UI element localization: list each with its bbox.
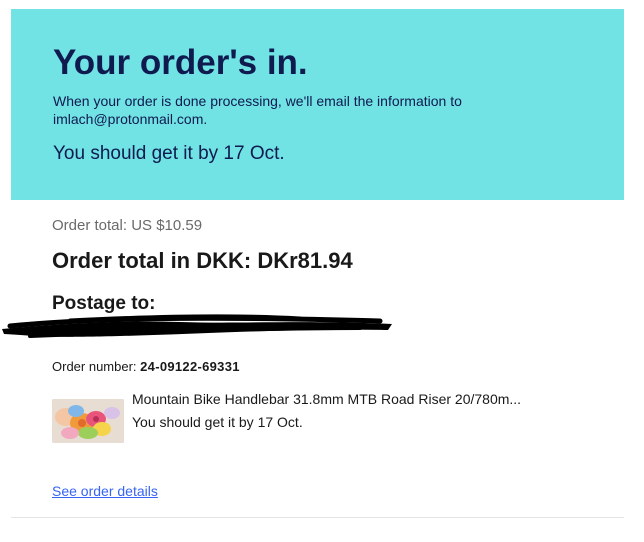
order-confirmation-page: Your order's in. When your order is done… — [0, 0, 644, 542]
banner-delivery-estimate: You should get it by 17 Oct. — [53, 143, 285, 164]
bottom-divider — [11, 517, 624, 518]
order-number: Order number: 24-09122-69331 — [52, 359, 240, 374]
postage-label: Postage to: — [52, 293, 156, 314]
redacted-address-scribble — [2, 314, 392, 338]
item-thumbnail-image[interactable] — [52, 399, 124, 443]
item-thumbnail-graphic — [52, 399, 124, 443]
order-total-usd: Order total: US $10.59 — [52, 217, 203, 234]
item-delivery-estimate: You should get it by 17 Oct. — [132, 414, 303, 430]
banner-subtitle: When your order is done processing, we'l… — [53, 92, 624, 128]
order-item[interactable]: Mountain Bike Handlebar 31.8mm MTB Road … — [52, 390, 612, 446]
order-total-dkk: Order total in DKK: DKr81.94 — [52, 248, 353, 273]
banner-subtitle-email: imlach@protonmail.com. — [53, 111, 208, 127]
see-order-details-link[interactable]: See order details — [52, 483, 158, 499]
banner-subtitle-line1: When your order is done processing, we'l… — [53, 93, 462, 109]
order-confirmation-banner: Your order's in. When your order is done… — [11, 9, 624, 200]
banner-title: Your order's in. — [53, 43, 308, 82]
order-number-value: 24-09122-69331 — [140, 359, 240, 374]
item-title[interactable]: Mountain Bike Handlebar 31.8mm MTB Road … — [132, 391, 521, 407]
order-number-label: Order number: — [52, 359, 141, 374]
